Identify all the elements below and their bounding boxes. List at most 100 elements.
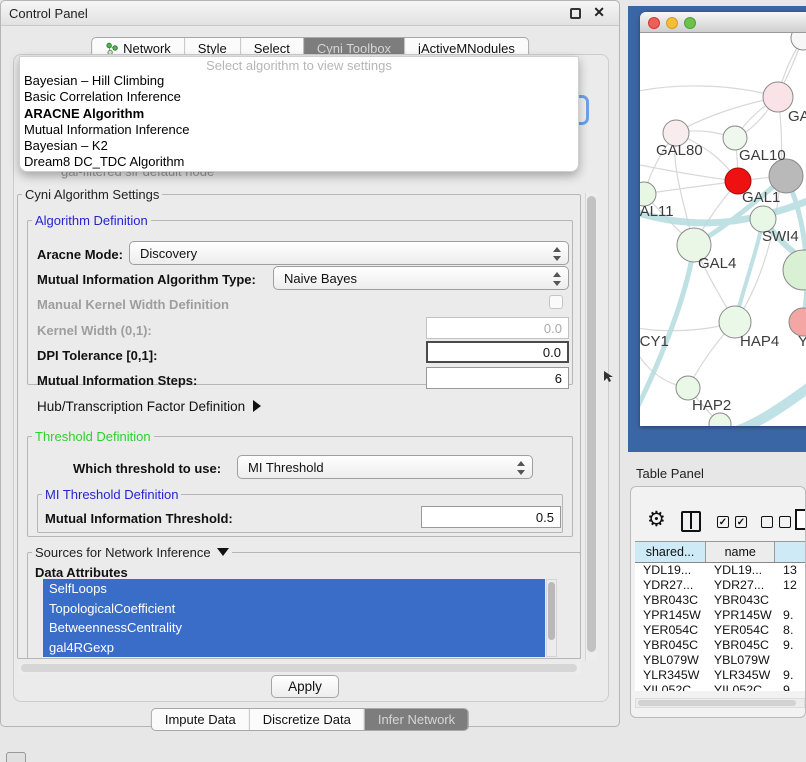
algorithm-option[interactable]: Mutual Information Inference	[20, 122, 578, 138]
network-node[interactable]	[783, 250, 806, 290]
column-header-shared...[interactable]: shared...	[635, 542, 706, 562]
table-header-row: shared...name	[635, 541, 806, 563]
table-row[interactable]: YER054CYER054C8.	[635, 623, 806, 638]
table-cell: YBR043C	[635, 593, 706, 608]
tab-label: Infer Network	[378, 712, 455, 727]
aracne-mode-label: Aracne Mode:	[37, 247, 123, 262]
control-panel-titlebar[interactable]: Control Panel ✕	[1, 1, 619, 26]
table-row[interactable]: YBR043CYBR043C	[635, 593, 806, 608]
hub-definition-label: Hub/Transcription Factor Definition	[37, 399, 245, 414]
unchecked-checkbox-icon[interactable]	[761, 516, 773, 528]
attributes-scrollbar[interactable]	[546, 579, 557, 657]
network-window-titlebar[interactable]	[640, 12, 806, 33]
aracne-mode-combo[interactable]: Discovery	[129, 241, 569, 265]
settings-horizontal-scrollbar[interactable]	[19, 663, 581, 674]
attribute-item[interactable]: SelfLoops	[43, 579, 545, 599]
collapsed-panel-chip[interactable]	[6, 752, 26, 762]
algorithm-option[interactable]: Bayesian – Hill Climbing	[20, 73, 578, 89]
close-icon[interactable]: ✕	[593, 4, 605, 21]
sources-title[interactable]: Sources for Network Inference	[32, 545, 232, 560]
aracne-mode-value: Discovery	[140, 246, 197, 261]
combo-spinner-icon	[553, 246, 561, 262]
table-cell: YPR145W	[706, 608, 775, 623]
table-row[interactable]: YPR145WYPR145W9.	[635, 608, 806, 623]
expand-down-icon	[217, 548, 229, 556]
control-panel-title: Control Panel	[9, 6, 88, 21]
table-cell: YDL19...	[706, 563, 775, 578]
algorithm-option[interactable]: Dream8 DC_TDC Algorithm	[20, 154, 578, 170]
network-node[interactable]	[791, 33, 806, 50]
dpi-tolerance-field[interactable]	[426, 341, 569, 363]
settings-vertical-scrollbar[interactable]	[585, 193, 597, 661]
tab-discretize-data[interactable]: Discretize Data	[249, 709, 364, 730]
table-cell: YER054C	[635, 623, 706, 638]
mi-threshold-field[interactable]	[421, 506, 561, 528]
checked-checkbox-icon[interactable]: ✓	[717, 516, 729, 528]
table-row[interactable]: YLR345WYLR345W9.	[635, 668, 806, 683]
apply-button[interactable]: Apply	[271, 675, 339, 698]
network-canvas[interactable]: GALGAL80GAL10GAL1GAL11SWI4GAL4GCY1HAP4YH…	[640, 33, 806, 426]
column-header-name[interactable]: name	[706, 542, 775, 562]
node-label: GAL80	[656, 142, 703, 159]
close-traffic-light-icon[interactable]	[648, 17, 660, 29]
table-cell: 9.	[775, 638, 806, 653]
table-row[interactable]: YDR27...YDR27...12	[635, 578, 806, 593]
data-attributes-label: Data Attributes	[35, 565, 128, 580]
node-label: HAP2	[692, 397, 731, 414]
column-header-extra[interactable]	[775, 542, 806, 562]
table-horizontal-scrollbar[interactable]	[635, 698, 805, 708]
tab-label: Impute Data	[165, 712, 236, 727]
data-attributes-list[interactable]: SelfLoopsTopologicalCoefficientBetweenne…	[43, 579, 545, 657]
node-label: SWI4	[762, 228, 799, 245]
control-panel-window: Control Panel ✕ NetworkStyleSelectCyni T…	[0, 0, 620, 727]
threshold-definition-title: Threshold Definition	[32, 429, 154, 444]
attribute-item[interactable]: BetweennessCentrality	[43, 618, 545, 638]
algorithm-option[interactable]: ARACNE Algorithm	[20, 106, 578, 122]
hub-definition-toggle[interactable]: Hub/Transcription Factor Definition	[37, 399, 261, 414]
table-row[interactable]: YBR045CYBR045C9.	[635, 638, 806, 653]
table-cell: YBR045C	[706, 638, 775, 653]
tab-impute-data[interactable]: Impute Data	[152, 709, 249, 730]
attribute-item[interactable]: gal4RGexp	[43, 638, 545, 658]
mi-algorithm-type-label: Mutual Information Algorithm Type:	[37, 272, 256, 287]
combo-spinner-icon	[517, 460, 525, 476]
unchecked-checkbox-icon[interactable]	[779, 516, 791, 528]
algorithm-option[interactable]: Bayesian – K2	[20, 138, 578, 154]
dpi-tolerance-label: DPI Tolerance [0,1]:	[37, 348, 157, 363]
table-cell: YDR27...	[635, 578, 706, 593]
table-row[interactable]: YDL19...YDL19...13	[635, 563, 806, 578]
kernel-width-label: Kernel Width (0,1):	[37, 323, 152, 338]
manual-kernel-width-checkbox[interactable]	[549, 295, 563, 309]
table-cell: YIL052C	[635, 683, 706, 691]
kernel-width-field[interactable]	[426, 317, 569, 339]
cyni-algorithm-settings-title: Cyni Algorithm Settings	[22, 187, 162, 202]
checked-checkbox-icon[interactable]: ✓	[735, 516, 747, 528]
node-label: GAL11	[640, 203, 674, 220]
table-cell: 9.	[775, 608, 806, 623]
table-body: YDL19...YDL19...13YDR27...YDR27...12YBR0…	[635, 563, 806, 691]
algorithm-option[interactable]: Basic Correlation Inference	[20, 89, 578, 105]
mi-steps-field[interactable]	[426, 367, 569, 389]
mi-algorithm-type-combo[interactable]: Naive Bayes	[273, 266, 569, 290]
minimize-traffic-light-icon[interactable]	[666, 17, 678, 29]
network-node-y[interactable]	[789, 308, 806, 336]
table-row[interactable]: YIL052CYIL052C9.	[635, 683, 806, 691]
network-window[interactable]: GALGAL80GAL10GAL1GAL11SWI4GAL4GCY1HAP4YH…	[640, 12, 806, 426]
document-icon[interactable]	[795, 509, 806, 530]
tab-infer-network[interactable]: Infer Network	[364, 709, 468, 730]
mouse-cursor	[604, 371, 614, 383]
table-row[interactable]: YBL079WYBL079W	[635, 653, 806, 668]
network-node[interactable]	[769, 159, 803, 193]
network-view-frame: GALGAL80GAL10GAL1GAL11SWI4GAL4GCY1HAP4YH…	[628, 6, 806, 452]
node-label: GCY1	[640, 333, 669, 350]
table-cell: 12	[775, 578, 806, 593]
algorithm-dropdown-popup: Select algorithm to view settings Bayesi…	[19, 56, 579, 172]
which-threshold-combo[interactable]: MI Threshold	[237, 455, 533, 479]
gear-icon[interactable]: ⚙	[647, 507, 666, 532]
columns-icon[interactable]	[681, 511, 701, 532]
node-label: GAL	[788, 108, 806, 125]
float-window-icon[interactable]	[570, 8, 581, 19]
zoom-traffic-light-icon[interactable]	[684, 17, 696, 29]
attribute-item[interactable]: TopologicalCoefficient	[43, 599, 545, 619]
table-cell: YLR345W	[635, 668, 706, 683]
